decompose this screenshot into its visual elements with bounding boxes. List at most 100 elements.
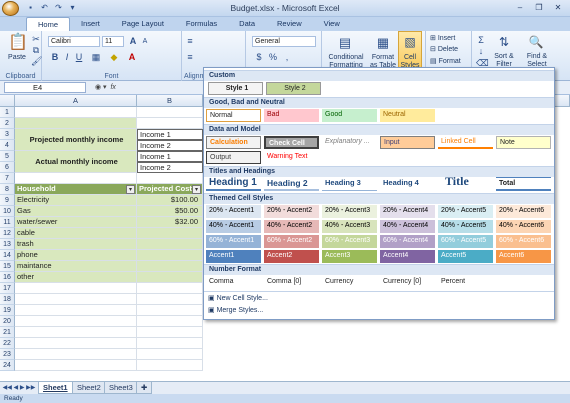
row-header[interactable]: 9 — [0, 195, 15, 206]
cell-b[interactable]: Income 1 — [137, 129, 203, 140]
row-header[interactable]: 10 — [0, 206, 15, 217]
cell-b[interactable]: Income 2 — [137, 162, 203, 173]
warning-text-swatch[interactable]: Warning Text — [264, 151, 319, 164]
themed-style-swatch[interactable]: 40% - Accent5 — [438, 220, 493, 233]
row-header[interactable]: 1 — [0, 107, 15, 118]
linked-cell-swatch[interactable]: Linked Cell — [438, 136, 493, 149]
style-1-swatch[interactable]: Style 1 — [208, 82, 263, 95]
percent-icon[interactable]: % — [268, 52, 278, 62]
cell-b[interactable] — [137, 118, 203, 129]
row-header[interactable]: 3 — [0, 129, 15, 140]
calculation-swatch[interactable]: Calculation — [206, 136, 261, 149]
heading-1-swatch[interactable]: Heading 1 — [206, 177, 261, 191]
row-header[interactable]: 12 — [0, 228, 15, 239]
italic-icon[interactable]: I — [62, 52, 72, 62]
cell-b[interactable]: $50.00 — [137, 206, 203, 217]
align-top-icon[interactable]: ≡ — [184, 36, 196, 46]
cell-b[interactable]: $32.00 — [137, 217, 203, 228]
output-swatch[interactable]: Output — [206, 151, 261, 164]
row-header[interactable]: 6 — [0, 162, 15, 173]
cell-b[interactable] — [137, 316, 203, 327]
cell-a[interactable]: Actual monthly income — [15, 151, 137, 173]
paste-button[interactable]: Paste — [4, 54, 30, 62]
bold-icon[interactable]: B — [50, 52, 60, 62]
currency-swatch[interactable]: Currency — [322, 276, 377, 289]
themed-style-swatch[interactable]: 20% - Accent6 — [496, 205, 551, 218]
cell-b[interactable] — [137, 272, 203, 283]
cell-b[interactable] — [137, 261, 203, 272]
tab-data[interactable]: Data — [228, 17, 266, 31]
row-header[interactable]: 20 — [0, 316, 15, 327]
borders-icon[interactable]: ▦ — [90, 52, 102, 62]
cell-b[interactable] — [137, 305, 203, 316]
comma-style-icon[interactable]: , — [282, 52, 292, 62]
themed-style-swatch[interactable]: 40% - Accent3 — [322, 220, 377, 233]
tab-view[interactable]: View — [313, 17, 351, 31]
insert-cells-button[interactable]: ⊞ Insert — [430, 35, 470, 43]
name-box[interactable]: E4 — [4, 82, 86, 93]
cell-b[interactable]: Income 1 — [137, 151, 203, 162]
sort-filter-icon[interactable]: ⇅ — [496, 34, 512, 50]
cell-b[interactable] — [137, 250, 203, 261]
row-header[interactable]: 14 — [0, 250, 15, 261]
cell-a[interactable]: phone — [15, 250, 137, 261]
themed-style-swatch[interactable]: 20% - Accent2 — [264, 205, 319, 218]
format-as-table-icon[interactable]: ▦ — [374, 34, 392, 52]
row-header[interactable]: 17 — [0, 283, 15, 294]
themed-style-swatch[interactable]: 20% - Accent4 — [380, 205, 435, 218]
currency-0-swatch[interactable]: Currency [0] — [380, 276, 435, 289]
column-header-b[interactable]: B — [137, 95, 203, 107]
total-swatch[interactable]: Total — [496, 177, 551, 191]
themed-style-swatch[interactable]: 40% - Accent2 — [264, 220, 319, 233]
themed-style-swatch[interactable]: Accent1 — [206, 250, 261, 263]
sheet-navigation-icons[interactable]: ◀◀ ◀ ▶ ▶▶ — [2, 384, 36, 392]
themed-style-swatch[interactable]: Accent5 — [438, 250, 493, 263]
cell-a[interactable] — [15, 327, 137, 338]
new-cell-style-item[interactable]: ▣ New Cell Style... — [208, 294, 268, 304]
bad-swatch[interactable]: Bad — [264, 109, 319, 122]
row-header[interactable]: 21 — [0, 327, 15, 338]
cell-a[interactable]: trash — [15, 239, 137, 250]
title-swatch[interactable]: Title — [442, 174, 497, 190]
cell-b[interactable] — [137, 228, 203, 239]
column-header-a[interactable]: A — [15, 95, 137, 107]
row-header[interactable]: 19 — [0, 305, 15, 316]
cell-b[interactable] — [137, 338, 203, 349]
fill-color-icon[interactable]: ◆ — [108, 52, 120, 62]
cell-a[interactable] — [15, 360, 137, 371]
cut-icon[interactable]: ✂ — [31, 34, 41, 44]
explanatory-swatch[interactable]: Explanatory ... — [322, 136, 377, 149]
copy-icon[interactable]: ⧉ — [31, 45, 41, 55]
tab-home[interactable]: Home — [26, 17, 71, 31]
neutral-swatch[interactable]: Neutral — [380, 109, 435, 122]
themed-style-swatch[interactable]: 40% - Accent1 — [206, 220, 261, 233]
cell-a[interactable]: cable — [15, 228, 137, 239]
row-header[interactable]: 15 — [0, 261, 15, 272]
row-header[interactable]: 2 — [0, 118, 15, 129]
select-all-corner[interactable] — [0, 95, 15, 107]
currency-icon[interactable]: $ — [254, 52, 264, 62]
heading-2-swatch[interactable]: Heading 2 — [264, 177, 319, 191]
font-color-icon[interactable]: A — [126, 52, 138, 62]
row-header[interactable]: 16 — [0, 272, 15, 283]
check-cell-swatch[interactable]: Check Cell — [264, 136, 319, 149]
themed-style-swatch[interactable]: Accent4 — [380, 250, 435, 263]
row-header[interactable]: 22 — [0, 338, 15, 349]
cell-a[interactable]: Projected monthly income — [15, 129, 137, 151]
comma-0-swatch[interactable]: Comma [0] — [264, 276, 319, 289]
autosum-icon[interactable]: Σ — [476, 35, 486, 45]
themed-style-swatch[interactable]: 60% - Accent3 — [322, 235, 377, 248]
number-format-select[interactable]: General — [252, 36, 316, 47]
insert-sheet-tab[interactable]: ✚ — [136, 382, 153, 394]
format-cells-button[interactable]: ▤ Format — [430, 58, 470, 66]
restore-button[interactable]: ❐ — [530, 1, 548, 14]
filter-dropdown-b[interactable]: ▾ — [192, 185, 201, 194]
cell-b[interactable] — [137, 283, 203, 294]
cell-a[interactable] — [15, 305, 137, 316]
cell-b[interactable] — [137, 173, 203, 184]
cell-a[interactable]: other — [15, 272, 137, 283]
cell-a[interactable]: Electricity — [15, 195, 137, 206]
conditional-formatting-icon[interactable]: ▤ — [336, 34, 354, 52]
themed-style-swatch[interactable]: Accent3 — [322, 250, 377, 263]
merge-styles-item[interactable]: ▣ Merge Styles... — [208, 306, 263, 316]
